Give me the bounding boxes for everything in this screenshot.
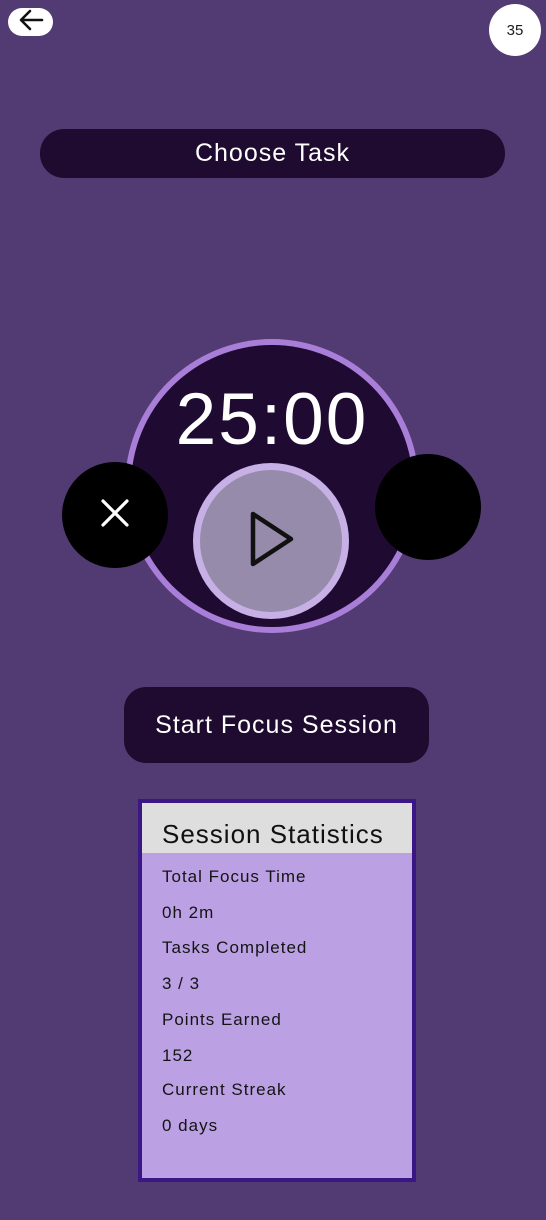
stat-label-tasks-completed: Tasks Completed [162,938,308,957]
cancel-session-button[interactable] [62,462,168,568]
choose-task-button[interactable]: Choose Task [40,129,505,178]
stat-value-points-earned: 152 [162,1046,194,1065]
stats-title: Session Statistics [162,819,384,849]
stat-value-current-streak: 0 days [162,1116,219,1135]
stat-label-focus-time: Total Focus Time [162,867,307,886]
arrow-left-icon [18,9,44,36]
timer-display: 25:00 [175,379,369,460]
back-button[interactable] [8,8,53,36]
stat-label-current-streak: Current Streak [162,1080,287,1099]
stat-label-points-earned: Points Earned [162,1010,282,1029]
stat-value-focus-time: 0h 2m [162,903,215,922]
play-button-inner [200,470,342,612]
points-badge: 35 [489,4,541,56]
play-icon [245,509,297,574]
start-focus-session-button[interactable]: Start Focus Session [124,687,429,763]
secondary-timer-button[interactable] [375,454,481,560]
session-statistics-panel: Session Statistics Total Focus Time 0h 2… [138,799,416,1182]
stat-value-tasks-completed: 3 / 3 [162,974,201,993]
play-button[interactable] [193,463,349,619]
close-icon [98,496,132,535]
